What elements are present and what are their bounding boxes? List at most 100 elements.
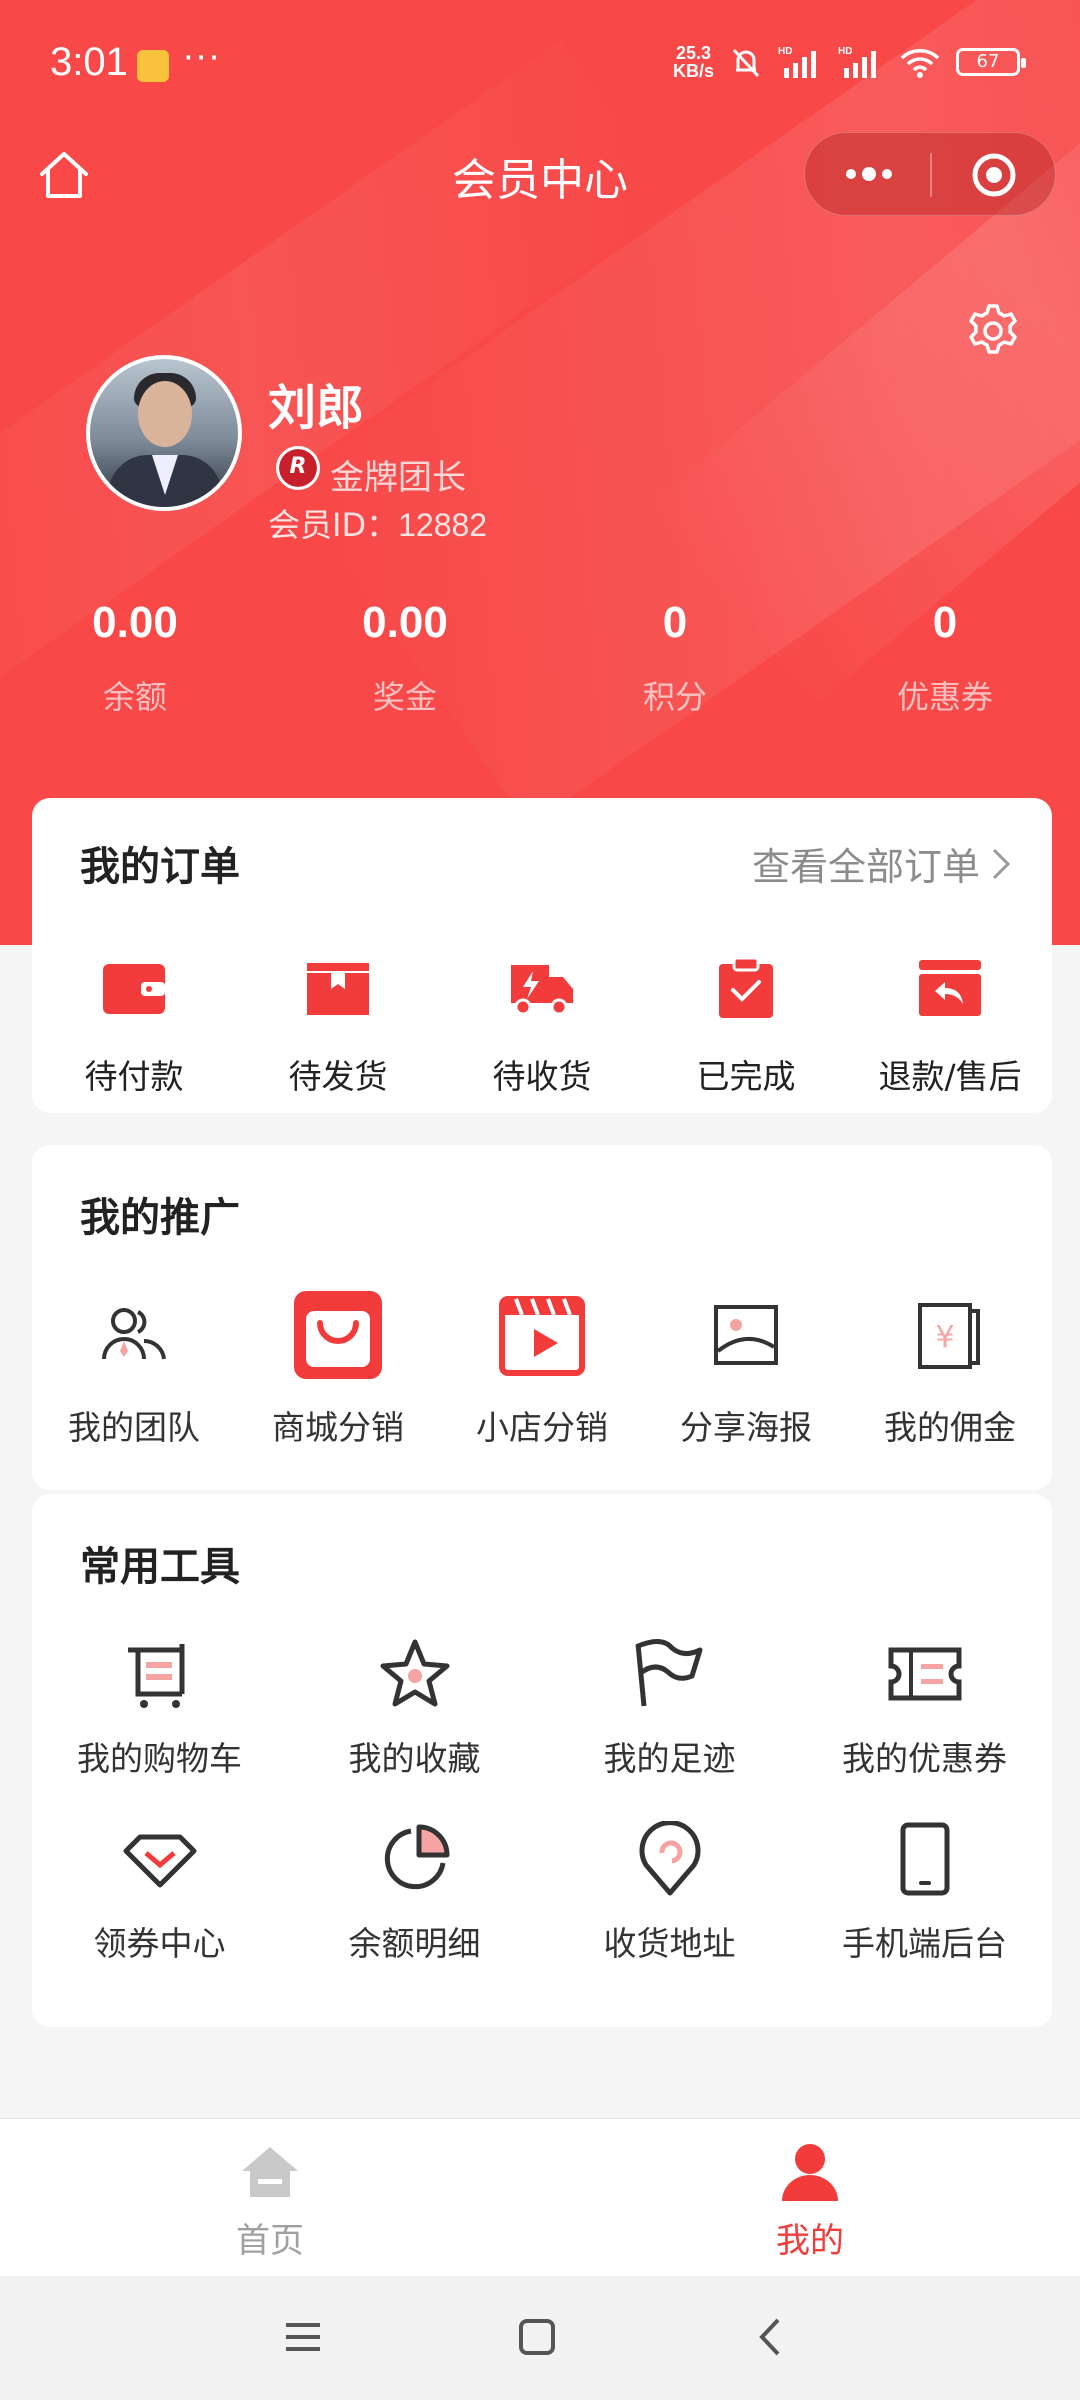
tool-label: 我的购物车 xyxy=(77,1739,242,1778)
team-icon xyxy=(102,1308,166,1360)
tool-coupons[interactable]: 我的优惠券 xyxy=(797,1634,1052,1780)
svg-text:HD: HD xyxy=(778,46,792,57)
promo-my-team[interactable]: 我的团队 xyxy=(32,1285,236,1449)
member-id: 会员ID：12882 xyxy=(268,500,487,546)
close-mini-program-icon[interactable] xyxy=(970,151,1018,199)
user-name: 刘郎 xyxy=(268,380,365,436)
settings-gear-icon[interactable] xyxy=(962,300,1024,362)
svg-text:HD: HD xyxy=(838,46,852,57)
flag-icon xyxy=(635,1639,702,1707)
commission-yuan-icon: ¥ xyxy=(918,1303,980,1369)
stat-balance[interactable]: 0.00 余额 xyxy=(0,598,270,718)
stat-label: 余额 xyxy=(102,678,167,716)
stat-bonus[interactable]: 0.00 奖金 xyxy=(270,598,540,718)
stat-points[interactable]: 0 积分 xyxy=(540,598,810,718)
box-icon xyxy=(307,963,369,1015)
stat-label: 奖金 xyxy=(372,678,437,716)
tab-home[interactable]: 首页 xyxy=(0,2119,540,2276)
shopping-bag-icon xyxy=(294,1291,382,1379)
wallet-icon xyxy=(103,964,165,1014)
ticket-icon xyxy=(888,1647,961,1701)
order-refund-aftersale[interactable]: 退款/售后 xyxy=(848,948,1052,1098)
pie-chart-icon xyxy=(384,1824,449,1890)
promo-my-commission[interactable]: ¥ 我的佣金 xyxy=(848,1285,1052,1449)
order-status-label: 退款/售后 xyxy=(878,1057,1022,1096)
tool-favorites[interactable]: 我的收藏 xyxy=(287,1634,542,1780)
tool-label: 我的足迹 xyxy=(603,1739,736,1778)
network-speed-value: 25.3 xyxy=(675,43,712,63)
tool-label: 我的收藏 xyxy=(348,1739,481,1778)
star-icon xyxy=(380,1639,449,1707)
svg-text:¥: ¥ xyxy=(935,1320,954,1355)
app-notification-icon xyxy=(137,50,169,82)
promo-mall-distribution[interactable]: 商城分销 xyxy=(236,1285,440,1449)
tool-label: 余额明细 xyxy=(348,1924,481,1963)
tool-footprints[interactable]: 我的足迹 xyxy=(542,1634,797,1780)
order-status-label: 待发货 xyxy=(288,1057,388,1096)
promo-label: 小店分销 xyxy=(476,1408,608,1447)
promotion-title: 我的推广 xyxy=(80,1195,240,1241)
account-stats: 0.00 余额 0.00 奖金 0 积分 0 优惠券 xyxy=(0,598,1080,718)
tool-cart[interactable]: 我的购物车 xyxy=(32,1634,287,1780)
tab-label: 首页 xyxy=(236,2221,304,2261)
order-status-label: 已完成 xyxy=(696,1057,796,1096)
stat-label: 优惠券 xyxy=(896,678,993,716)
promo-label: 我的团队 xyxy=(68,1408,200,1447)
delivery-truck-icon xyxy=(511,965,573,1016)
order-status-row: 待付款 待发货 待收货 已完成 退款/售后 xyxy=(32,948,1052,1098)
wifi-icon xyxy=(900,49,940,78)
diamond-icon xyxy=(123,1834,196,1888)
return-box-icon xyxy=(919,960,981,1016)
clipboard-check-icon xyxy=(719,956,773,1018)
tool-label: 收货地址 xyxy=(603,1924,736,1963)
tools-card: 常用工具 我的购物车 我的收藏 我的足迹 我的优惠券 领券中心 余额明细 收货地… xyxy=(32,1494,1052,2027)
chevron-right-icon xyxy=(992,848,1011,879)
order-pending-payment[interactable]: 待付款 xyxy=(32,948,236,1098)
promo-shop-distribution[interactable]: 小店分销 xyxy=(440,1285,644,1449)
poster-image-icon xyxy=(714,1305,778,1365)
cart-icon xyxy=(127,1644,184,1708)
tool-label: 我的优惠券 xyxy=(842,1739,1007,1778)
order-status-label: 待收货 xyxy=(492,1057,592,1096)
stat-coupons[interactable]: 0 优惠券 xyxy=(810,598,1080,718)
tools-row-1: 我的购物车 我的收藏 我的足迹 我的优惠券 xyxy=(32,1634,1052,1780)
tool-label: 手机端后台 xyxy=(842,1924,1007,1963)
status-time: 3:01 xyxy=(50,40,128,84)
orders-title: 我的订单 xyxy=(80,844,240,890)
tab-label: 我的 xyxy=(776,2221,844,2261)
tool-balance-detail[interactable]: 余额明细 xyxy=(287,1819,542,1965)
more-notifications-icon: ··· xyxy=(183,38,222,78)
order-pending-receipt[interactable]: 待收货 xyxy=(440,948,644,1098)
member-badge-icon: R xyxy=(276,446,320,490)
menu-icon[interactable] xyxy=(278,2312,328,2362)
mini-program-capsule xyxy=(804,132,1056,216)
capsule-divider xyxy=(930,153,932,197)
network-speed: 25.3 KB/s xyxy=(673,44,714,80)
promo-label: 我的佣金 xyxy=(884,1408,1016,1447)
avatar[interactable] xyxy=(86,355,242,511)
view-all-orders-label: 查看全部订单 xyxy=(751,845,980,889)
tab-mine[interactable]: 我的 xyxy=(540,2119,1080,2276)
member-id-label: 会员ID： xyxy=(268,506,399,544)
promo-label: 商城分销 xyxy=(272,1408,404,1447)
tools-row-2: 领券中心 余额明细 收货地址 手机端后台 xyxy=(32,1819,1052,1965)
tool-mobile-admin[interactable]: 手机端后台 xyxy=(797,1819,1052,1965)
stat-value: 0.00 xyxy=(362,598,448,647)
order-pending-shipment[interactable]: 待发货 xyxy=(236,948,440,1098)
more-options-icon[interactable] xyxy=(839,161,899,187)
bottom-tab-bar: 首页 我的 xyxy=(0,2118,1080,2276)
signal-hd-icon-1: HD xyxy=(778,46,816,78)
tool-address[interactable]: 收货地址 xyxy=(542,1819,797,1965)
stat-label: 积分 xyxy=(642,678,707,716)
battery-indicator: 67 xyxy=(956,48,1026,76)
system-navigation-bar xyxy=(0,2276,1080,2400)
back-icon[interactable] xyxy=(746,2312,796,2362)
promo-share-poster[interactable]: 分享海报 xyxy=(644,1285,848,1449)
home-square-icon[interactable] xyxy=(512,2312,562,2362)
tool-coupon-center[interactable]: 领券中心 xyxy=(32,1819,287,1965)
order-completed[interactable]: 已完成 xyxy=(644,948,848,1098)
orders-card: 我的订单 查看全部订单 待付款 待发货 待收货 已完成 退款/售后 xyxy=(32,798,1052,1113)
view-all-orders-link[interactable]: 查看全部订单 xyxy=(752,836,1012,891)
order-status-label: 待付款 xyxy=(84,1057,184,1096)
status-indicators: 25.3 KB/s HD HD 67 xyxy=(673,44,1026,80)
